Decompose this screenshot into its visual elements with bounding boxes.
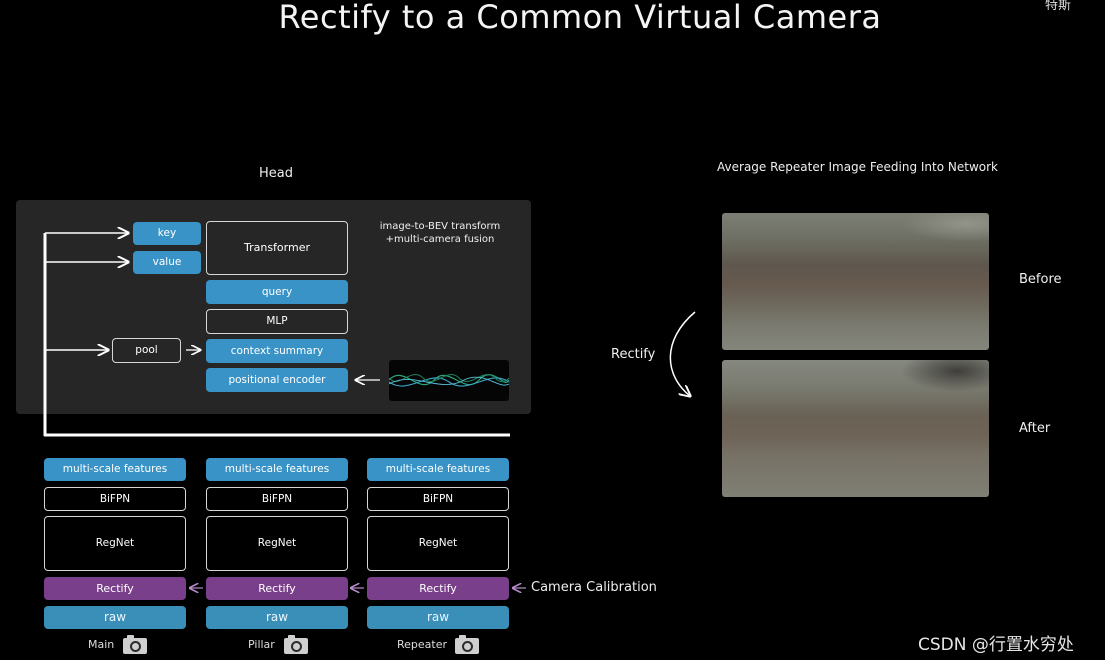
key-box: key [133, 222, 201, 245]
after-label: After [1019, 421, 1051, 436]
rectify-label: Rectify [611, 347, 656, 362]
raw-box: raw [367, 606, 509, 629]
bifpn-box: BiFPN [367, 487, 509, 511]
camera-icon [123, 635, 147, 654]
regnet-box: RegNet [206, 516, 348, 571]
context-summary-box: context summary [206, 339, 348, 363]
before-label: Before [1019, 272, 1062, 287]
positional-encoder-box: positional encoder [206, 368, 348, 392]
rectify-box: Rectify [206, 577, 348, 600]
watermark: CSDN @行置水穷处 [918, 635, 1074, 655]
value-box: value [133, 251, 201, 274]
pool-box: pool [112, 338, 181, 363]
multi-scale-features-box: multi-scale features [206, 458, 348, 481]
bifpn-box: BiFPN [44, 487, 186, 511]
regnet-box: RegNet [367, 516, 509, 571]
raw-box: raw [206, 606, 348, 629]
camera-icon [455, 635, 479, 654]
query-box: query [206, 280, 348, 304]
bifpn-box: BiFPN [206, 487, 348, 511]
mlp-box: MLP [206, 309, 348, 334]
camera-label: Main [88, 638, 115, 651]
raw-box: raw [44, 606, 186, 629]
transformer-box: Transformer [206, 221, 348, 275]
rectify-box: Rectify [367, 577, 509, 600]
transform-note-line1: image-to-BEV transform [379, 221, 501, 232]
multi-scale-features-box: multi-scale features [44, 458, 186, 481]
camera-label: Pillar [248, 638, 275, 651]
transform-note: image-to-BEV transform +multi-camera fus… [360, 220, 520, 246]
camera-calibration-label: Camera Calibration [531, 580, 657, 595]
camera-label: Repeater [397, 638, 448, 651]
transform-note-line2: +multi-camera fusion [385, 234, 495, 245]
camera-icon [284, 635, 308, 654]
positional-wave-image [389, 360, 509, 401]
regnet-box: RegNet [44, 516, 186, 571]
right-panel-title: Average Repeater Image Feeding Into Netw… [717, 160, 998, 174]
after-image [722, 360, 989, 497]
rectify-box: Rectify [44, 577, 186, 600]
multi-scale-features-box: multi-scale features [367, 458, 509, 481]
before-image [722, 213, 989, 350]
